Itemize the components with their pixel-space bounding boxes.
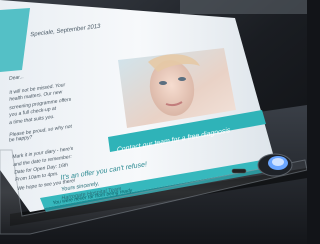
brochure-line: Speciale, September 2013 (29, 23, 101, 39)
brochure-text-layer: Speciale, September 2013 Dear... It will… (0, 0, 307, 244)
brochure-line: a time that suits you. (9, 113, 55, 127)
brochure-line: be happy? (8, 134, 33, 144)
brochure-line: Dear... (8, 73, 24, 83)
brochure-line: Date for Open Day: 16th (14, 162, 69, 176)
footer-text: You were never far from being ready (52, 187, 133, 207)
photo: Speciale, September 2013 Dear... It will… (0, 0, 307, 244)
brochure-line: screening programme offers (9, 96, 72, 112)
brochure-line: health matters. Our new (9, 89, 63, 103)
brochure-line: Harrogate Hospital Team (61, 186, 122, 202)
brochure-line: Mark it in your diary - here's (12, 145, 74, 161)
brochure-line: It's an offer you can't refuse! (60, 161, 148, 182)
cta-text: Contact our team for a free diagnosis (116, 126, 231, 155)
brochure-line: and the date to remember: (13, 153, 72, 169)
brochure-line: Please be proud, so why not (9, 123, 73, 139)
brochure-line: We hope to see you there! (17, 177, 76, 193)
brochure-line: you a full check-up at (9, 105, 57, 119)
brochure-line: It will not be missed. Your (9, 82, 66, 96)
brochure-line: From 10am to 4pm. (14, 170, 59, 184)
brochure-line: Yours sincerely, (61, 180, 100, 194)
